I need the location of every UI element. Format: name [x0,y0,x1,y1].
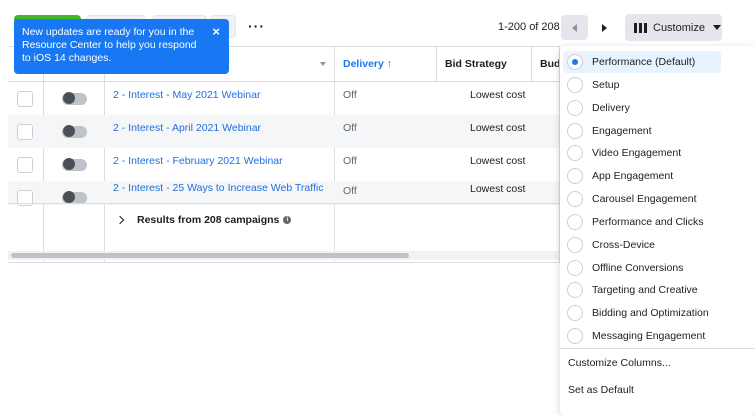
header-delivery[interactable]: Delivery ↑ [334,47,436,81]
campaign-name-link[interactable]: 2 - Interest - 25 Ways to Increase Web T… [113,171,323,204]
bid-strategy-value: Lowest cost [470,88,526,101]
customize-columns-link[interactable]: Customize Columns... [568,357,671,369]
campaign-name-link[interactable]: 2 - Interest - April 2021 Webinar [113,111,261,144]
option-label: Video Engagement [592,147,682,159]
radio-icon [567,214,583,230]
campaign-toggle[interactable] [62,91,87,105]
column-preset-option[interactable]: Performance (Default) [563,51,721,73]
sort-caret-icon [320,62,326,66]
column-preset-option[interactable]: Messaging Engagement [563,325,721,347]
caret-down-icon [712,25,721,30]
previous-page-button[interactable] [561,15,588,40]
delivery-status: Off [343,121,357,134]
columns-icon [634,22,647,33]
results-summary-text: Results from 208 campaigns [137,214,280,226]
column-preset-option[interactable]: Cross-Device [563,234,721,256]
column-preset-option[interactable]: Engagement [563,120,721,142]
customize-columns-button[interactable]: Customize [625,14,722,41]
info-icon[interactable]: i [283,216,292,224]
radio-icon [567,77,583,93]
customize-columns-menu: Performance (Default) Setup Delivery Eng… [560,46,755,415]
option-label: Targeting and Creative [592,284,698,296]
close-icon[interactable]: × [212,25,220,38]
option-label: Carousel Engagement [592,193,697,205]
column-preset-option[interactable]: Bidding and Optimization [563,302,721,324]
chevron-left-icon [572,23,577,32]
column-preset-option[interactable]: Carousel Engagement [563,188,721,210]
option-label: Engagement [592,125,652,137]
chevron-right-icon[interactable] [115,215,125,225]
row-checkbox[interactable] [17,90,33,107]
campaign-name-link[interactable]: 2 - Interest - May 2021 Webinar [113,78,260,111]
option-label: Delivery [592,102,630,114]
radio-icon [567,305,583,321]
option-label: Bidding and Optimization [592,307,709,319]
radio-icon [567,260,583,276]
campaign-table: Delivery ↑ Bid Strategy Budg 2 - Interes… [8,46,560,263]
option-label: App Engagement [592,170,674,182]
radio-icon [567,168,583,184]
radio-selected-icon [567,54,583,70]
column-preset-option[interactable]: Video Engagement [563,142,721,164]
set-as-default-link[interactable]: Set as Default [568,384,634,396]
header-bid-strategy[interactable]: Bid Strategy [436,47,531,81]
summary-divider [8,203,559,204]
option-label: Performance and Clicks [592,216,704,228]
menu-divider [560,348,755,349]
option-label: Setup [592,79,620,91]
customize-label: Customize [653,21,705,34]
option-label: Cross-Device [592,239,656,251]
horizontal-scrollbar-thumb[interactable] [11,253,409,258]
column-preset-option[interactable]: Offline Conversions [563,257,721,279]
tooltip-text: New updates are ready for you in the Res… [22,26,197,64]
radio-icon [567,328,583,344]
campaign-toggle[interactable] [62,190,87,204]
column-preset-option[interactable]: Setup [563,74,721,96]
radio-icon [567,123,583,139]
option-label: Messaging Engagement [592,330,706,342]
column-preset-option[interactable]: Performance and Clicks [563,211,721,233]
radio-icon [567,100,583,116]
ios14-update-tooltip: New updates are ready for you in the Res… [14,19,229,74]
option-label: Offline Conversions [592,262,684,274]
column-preset-option[interactable]: Targeting and Creative [563,279,721,301]
next-page-button[interactable] [591,15,618,40]
chevron-right-icon [602,23,607,32]
table-row[interactable]: 2 - Interest - 25 Ways to Increase Web T… [8,181,559,206]
option-label: Performance (Default) [592,56,696,68]
delivery-status: Off [343,88,357,101]
bid-strategy-value: Lowest cost [470,182,526,195]
radio-icon [567,191,583,207]
pagination-range: 1-200 of 208 [498,21,560,33]
campaign-toggle[interactable] [62,124,87,138]
row-checkbox[interactable] [17,123,33,140]
column-preset-option[interactable]: Delivery [563,97,721,119]
bid-strategy-value: Lowest cost [470,121,526,134]
results-summary-row[interactable]: Results from 208 campaigns i [112,210,292,230]
campaign-toggle[interactable] [62,157,87,171]
column-preset-option[interactable]: App Engagement [563,165,721,187]
row-checkbox[interactable] [17,156,33,173]
delivery-status: Off [343,154,357,167]
radio-icon [567,145,583,161]
header-budget[interactable]: Budg [531,47,559,81]
radio-icon [567,282,583,298]
more-options-button[interactable]: ··· [248,18,265,34]
radio-icon [567,237,583,253]
